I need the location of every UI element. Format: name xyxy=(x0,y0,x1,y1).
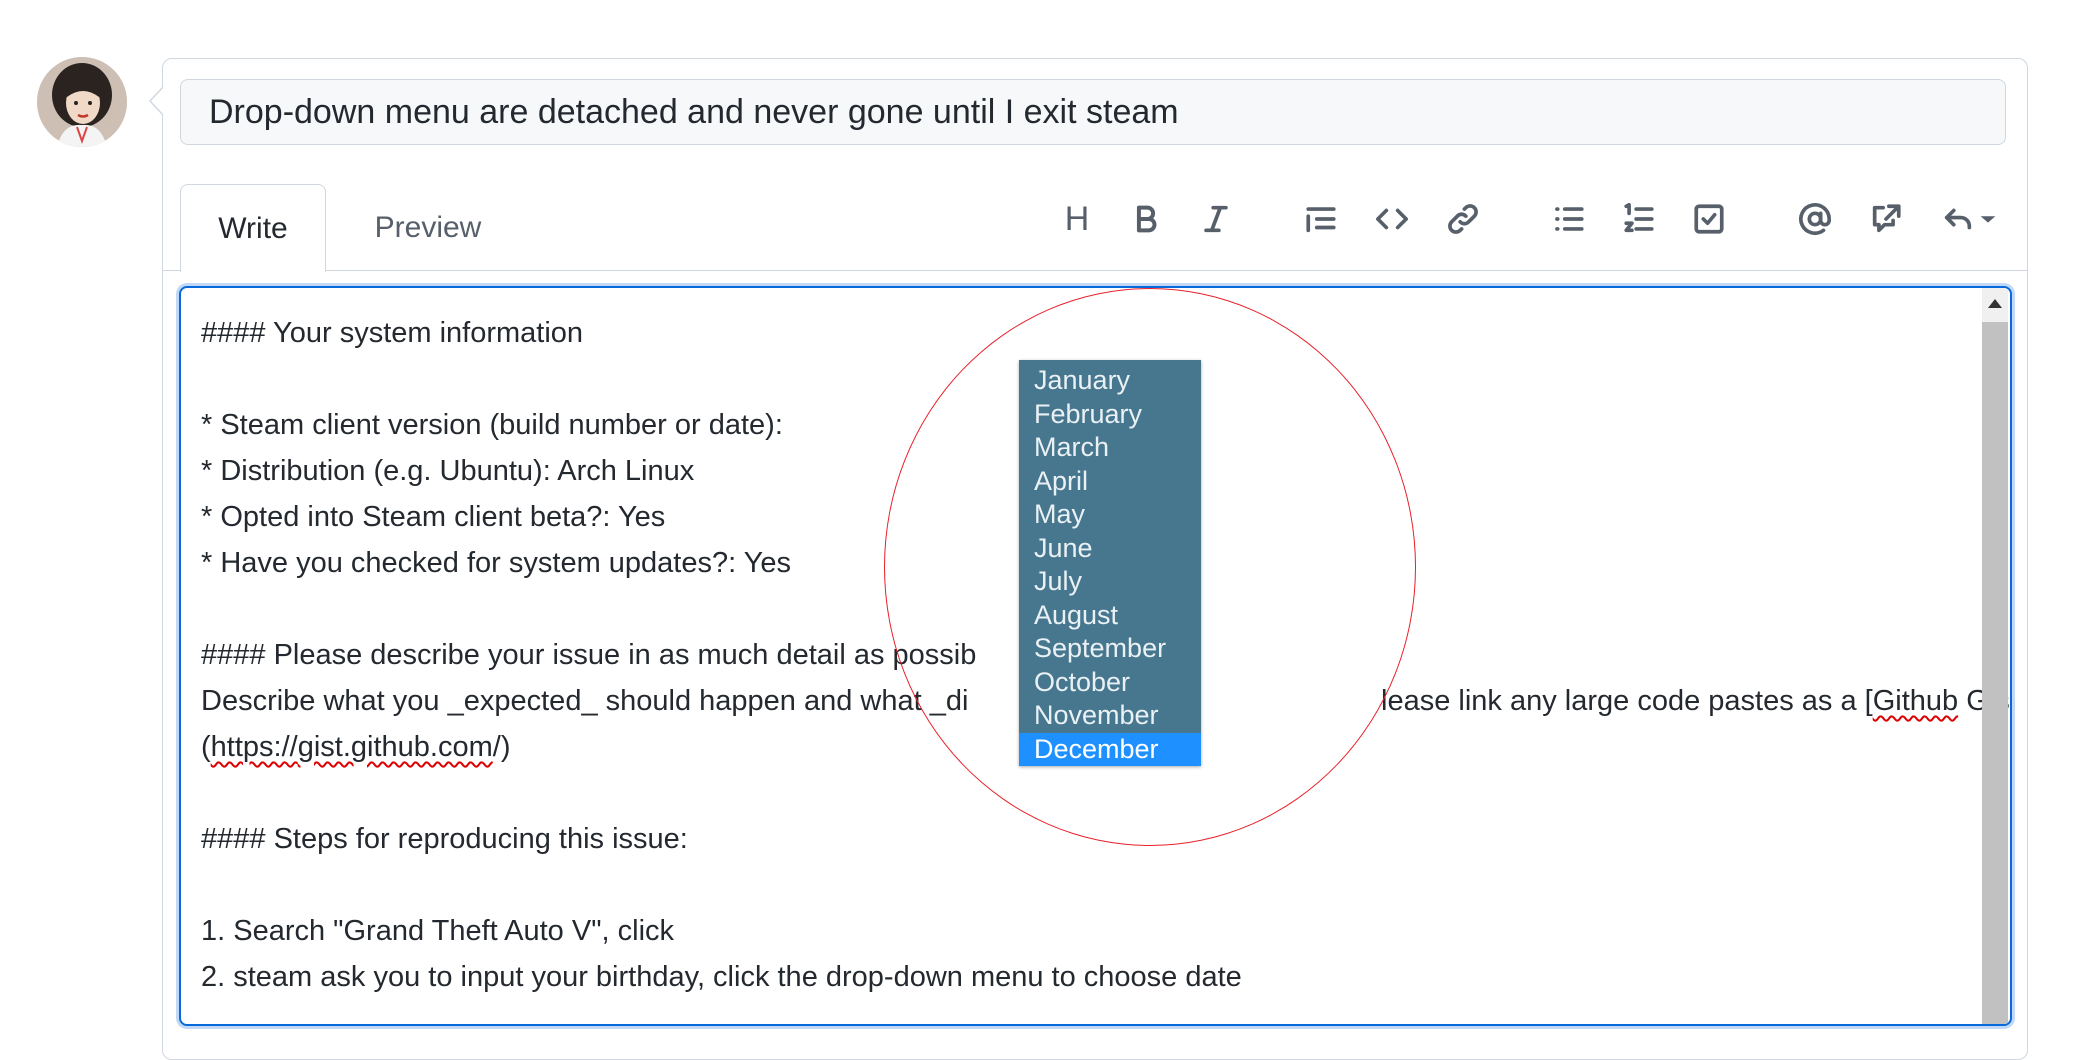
avatar[interactable] xyxy=(37,57,127,147)
code-icon[interactable] xyxy=(1369,196,1415,242)
quote-icon[interactable] xyxy=(1298,196,1344,242)
month-dropdown-menu[interactable]: January February March April May June Ju… xyxy=(1019,360,1201,766)
editor-line-part: Describe what you _expected_ should happ… xyxy=(201,685,969,717)
unordered-list-icon[interactable] xyxy=(1546,196,1592,242)
dropdown-option-september[interactable]: September xyxy=(1019,632,1201,666)
dropdown-option-june[interactable]: June xyxy=(1019,532,1201,566)
dropdown-option-may[interactable]: May xyxy=(1019,498,1201,532)
link-icon[interactable] xyxy=(1440,196,1486,242)
spellcheck-word: gist.github.com xyxy=(297,731,493,763)
mention-icon[interactable] xyxy=(1792,196,1838,242)
dropdown-option-march[interactable]: March xyxy=(1019,431,1201,465)
editor-line: 1. Search "Grand Theft Auto V", click xyxy=(201,915,675,947)
tab-write[interactable]: Write xyxy=(180,184,326,272)
editor-line-part: lease link any large code pastes as a [G… xyxy=(1381,678,2010,724)
italic-icon[interactable] xyxy=(1193,196,1239,242)
dropdown-option-november[interactable]: November xyxy=(1019,699,1201,733)
issue-title-input[interactable]: Drop-down menu are detached and never go… xyxy=(180,79,2006,145)
reply-icon[interactable] xyxy=(1934,196,2006,242)
editor-text: ( xyxy=(201,731,211,763)
dropdown-option-april[interactable]: April xyxy=(1019,465,1201,499)
dropdown-option-january[interactable]: January xyxy=(1019,364,1201,398)
dropdown-option-february[interactable]: February xyxy=(1019,398,1201,432)
ordered-list-icon[interactable] xyxy=(1616,196,1662,242)
avatar-image xyxy=(37,57,127,147)
spellcheck-word: https:// xyxy=(210,731,298,763)
comment-caret-fill xyxy=(151,87,164,115)
dropdown-option-october[interactable]: October xyxy=(1019,666,1201,700)
editor-text: /) xyxy=(492,731,511,763)
editor-line: #### Steps for reproducing this issue: xyxy=(201,823,688,855)
bold-icon[interactable] xyxy=(1123,196,1169,242)
editor-text: lease link any large code pastes as a [ xyxy=(1381,685,1873,717)
dropdown-option-august[interactable]: August xyxy=(1019,599,1201,633)
dropdown-option-july[interactable]: July xyxy=(1019,565,1201,599)
chevron-down-icon xyxy=(1980,216,1996,223)
tab-preview[interactable]: Preview xyxy=(343,184,513,272)
reference-icon[interactable] xyxy=(1863,196,1909,242)
spellcheck-word: Github xyxy=(1872,685,1959,717)
heading-label: H xyxy=(1064,199,1090,238)
task-list-icon[interactable] xyxy=(1686,196,1732,242)
editor-line: 2. steam ask you to input your birthday,… xyxy=(201,961,1242,993)
dropdown-option-december[interactable]: December xyxy=(1019,732,1201,766)
editor-scrollbar[interactable] xyxy=(1982,288,2008,1024)
scrollbar-thumb[interactable] xyxy=(1982,322,2008,1024)
editor-line: #### Your system information xyxy=(201,317,584,349)
scroll-up-arrow-icon[interactable] xyxy=(1982,288,2008,318)
heading-icon[interactable]: H xyxy=(1054,196,1100,242)
